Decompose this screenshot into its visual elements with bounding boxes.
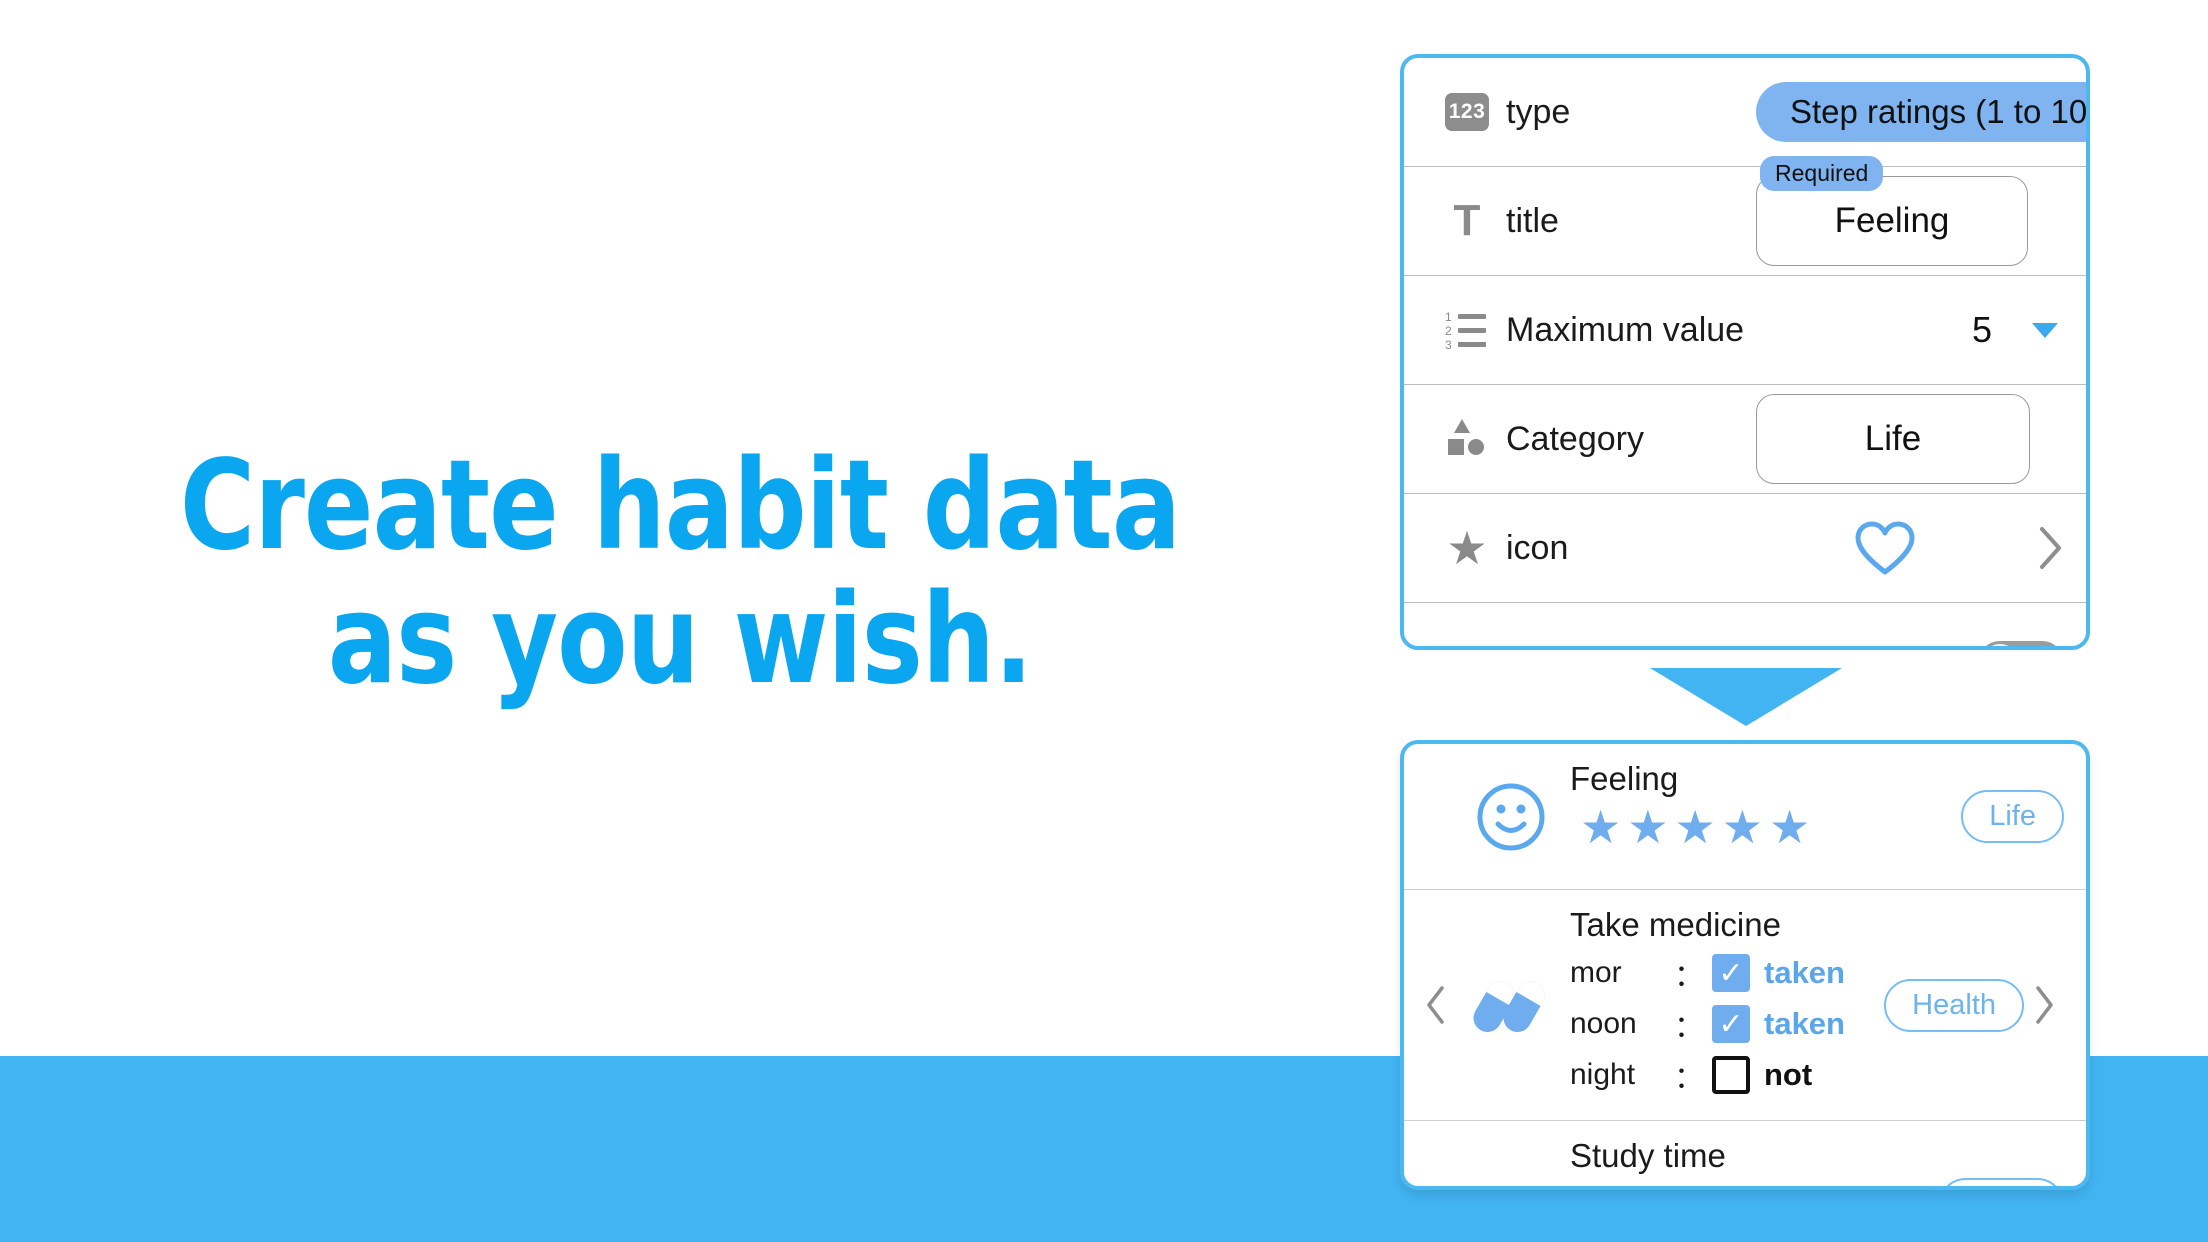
chevron-right-icon[interactable] bbox=[2014, 525, 2064, 571]
row-type[interactable]: 123 type Step ratings (1 to 10) bbox=[1404, 58, 2086, 167]
row-title[interactable]: T title Required Feeling bbox=[1404, 156, 2086, 276]
down-arrow-icon bbox=[1650, 668, 1842, 726]
row-title-label: title bbox=[1506, 201, 1559, 240]
medicine-time-label: mor bbox=[1570, 956, 1622, 989]
pencil-ruler-icon bbox=[1456, 1166, 1566, 1187]
numbered-list-icon: 1 2 3 bbox=[1428, 308, 1506, 352]
notification-toggle[interactable] bbox=[1978, 641, 2064, 646]
pills-icon bbox=[1456, 968, 1566, 1042]
medicine-check-row[interactable]: noon ： ✓ taken bbox=[1570, 1002, 1884, 1046]
list-item-study-time[interactable]: Study time Whole period 44 h 50 m ... st… bbox=[1404, 1121, 2086, 1190]
row-icon-label: icon bbox=[1506, 528, 1569, 567]
page-headline: Create habit data as you wish. bbox=[54, 434, 1305, 712]
svg-text:3: 3 bbox=[1445, 338, 1452, 352]
headline-line-2: as you wish. bbox=[327, 567, 1033, 712]
medicine-state-night: not bbox=[1764, 1057, 1813, 1092]
medicine-time-label: night bbox=[1570, 1058, 1636, 1091]
medicine-state-noon: taken bbox=[1764, 1006, 1845, 1041]
habit-editor-card: 123 type Step ratings (1 to 10) T title … bbox=[1400, 54, 2090, 650]
medicine-check-row[interactable]: mor ： ✓ taken bbox=[1570, 951, 1884, 995]
feeling-star-rating[interactable]: ★★★★★ bbox=[1570, 804, 1961, 850]
text-T-icon: T bbox=[1453, 196, 1481, 245]
list-item-feeling[interactable]: Feeling ★★★★★ Life bbox=[1404, 744, 2086, 890]
maximum-value-number: 5 bbox=[1971, 309, 1992, 350]
medicine-checkbox-night[interactable] bbox=[1712, 1056, 1750, 1094]
chevron-down-icon[interactable] bbox=[2032, 322, 2058, 338]
row-icon-picker[interactable]: ★ icon bbox=[1404, 494, 2086, 603]
type-value-pill[interactable]: Step ratings (1 to 10) bbox=[1756, 82, 2086, 142]
list-item-feeling-tag[interactable]: Life bbox=[1961, 790, 2064, 843]
nav-prev-icon[interactable] bbox=[1416, 985, 1456, 1025]
medicine-time-label: noon bbox=[1570, 1007, 1637, 1040]
row-maximum-value[interactable]: 1 2 3 Maximum value 5 bbox=[1404, 276, 2086, 385]
heart-icon[interactable] bbox=[1854, 520, 1916, 576]
list-item-take-medicine[interactable]: Take medicine mor ： ✓ taken noon ： ✓ tak… bbox=[1404, 890, 2086, 1121]
medicine-checkbox-noon[interactable]: ✓ bbox=[1712, 1005, 1750, 1043]
row-category-label: Category bbox=[1506, 419, 1644, 458]
shapes-icon bbox=[1428, 417, 1506, 461]
medicine-check-row[interactable]: night ： not bbox=[1570, 1053, 1884, 1097]
habit-list-card: Feeling ★★★★★ Life Take medicine mor ： ✓… bbox=[1400, 740, 2090, 1190]
list-item-study-time-name: Study time bbox=[1570, 1137, 1726, 1174]
medicine-checkbox-mor[interactable]: ✓ bbox=[1712, 954, 1750, 992]
svg-text:1: 1 bbox=[1445, 310, 1452, 324]
study-hours: 44 bbox=[1743, 1187, 1801, 1190]
row-type-label: type bbox=[1506, 92, 1571, 131]
study-minutes: 50 bbox=[1829, 1187, 1887, 1190]
number-123-icon: 123 bbox=[1428, 93, 1506, 131]
list-item-feeling-name: Feeling bbox=[1570, 760, 1679, 797]
smiley-face-icon bbox=[1456, 780, 1566, 854]
nav-next-icon[interactable] bbox=[2024, 985, 2064, 1025]
list-item-study-time-tag[interactable]: study bbox=[1938, 1178, 2064, 1186]
row-maximum-value-label: Maximum value bbox=[1506, 310, 1745, 349]
svg-text:2: 2 bbox=[1445, 324, 1452, 338]
medicine-state-mor: taken bbox=[1764, 955, 1845, 990]
row-notification-label: notification bbox=[1506, 641, 1756, 646]
required-badge: Required bbox=[1760, 156, 1884, 191]
headline-line-1: Create habit data bbox=[179, 434, 1181, 578]
category-select-button[interactable]: Life bbox=[1756, 394, 2030, 484]
row-category[interactable]: Category Life bbox=[1404, 385, 2086, 494]
bell-icon bbox=[1428, 641, 1506, 646]
list-item-take-medicine-name: Take medicine bbox=[1570, 906, 1781, 943]
list-item-take-medicine-tag[interactable]: Health bbox=[1884, 978, 2024, 1032]
study-time-value: Whole period 44 h 50 m ... bbox=[1570, 1181, 1939, 1190]
row-notification[interactable]: notification bbox=[1404, 603, 2086, 646]
star-icon: ★ bbox=[1446, 522, 1488, 574]
